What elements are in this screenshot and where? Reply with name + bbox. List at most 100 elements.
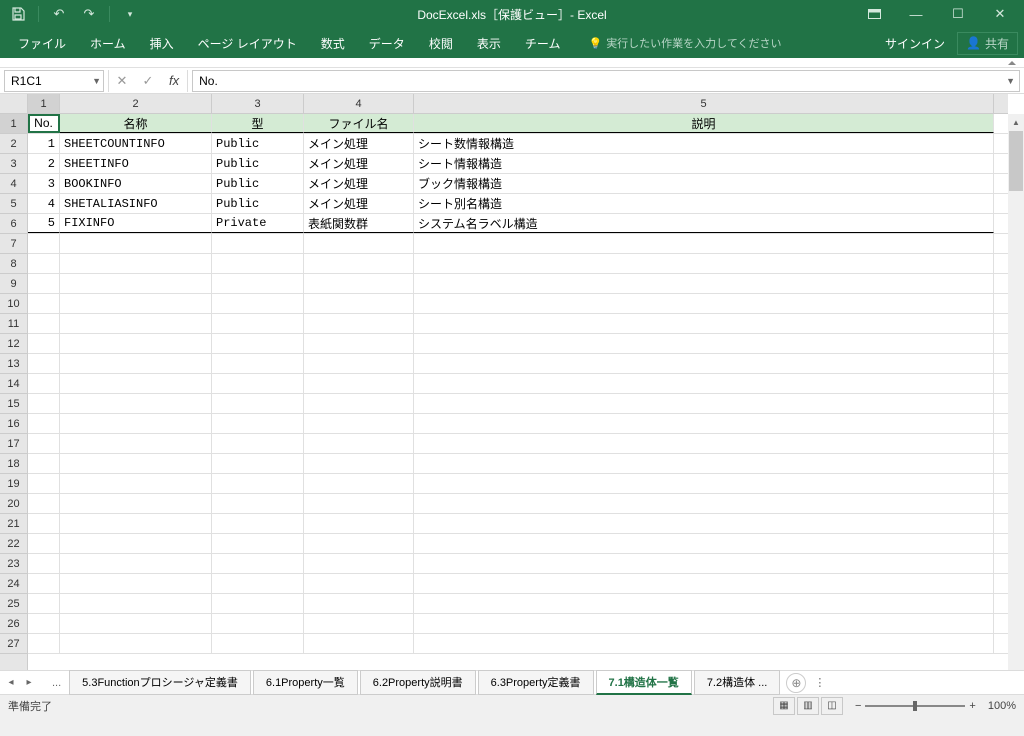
close-button[interactable]: ✕ [980,2,1020,26]
cell[interactable] [28,634,60,653]
ribbon-tab-チーム[interactable]: チーム [513,29,573,58]
qat-customize-button[interactable]: ▾ [116,2,144,26]
sheet-tab[interactable]: 5.3Functionプロシージャ定義書 [69,670,251,695]
cell[interactable]: シート情報構造 [414,154,994,173]
cell[interactable]: 表紙関数群 [304,214,414,233]
tab-overflow-left[interactable]: ... [52,677,61,689]
cell[interactable] [60,334,212,353]
row-header[interactable]: 6 [0,214,27,234]
row-header[interactable]: 5 [0,194,27,214]
cell[interactable] [414,374,994,393]
col-header[interactable]: 2 [60,94,212,113]
cell[interactable] [212,374,304,393]
cell[interactable] [60,574,212,593]
cell[interactable] [304,254,414,273]
cell[interactable] [28,394,60,413]
select-all-corner[interactable] [0,94,28,114]
cell[interactable] [414,434,994,453]
cell[interactable] [60,634,212,653]
cell[interactable] [414,294,994,313]
cancel-formula-button[interactable]: ✕ [109,73,135,89]
cell[interactable] [414,574,994,593]
add-sheet-button[interactable]: ⊕ [786,673,806,693]
cell[interactable] [414,414,994,433]
cell[interactable] [212,514,304,533]
share-button[interactable]: 👤 共有 [957,32,1018,55]
cell[interactable] [304,334,414,353]
row-header[interactable]: 3 [0,154,27,174]
cell[interactable] [414,494,994,513]
cell[interactable] [28,274,60,293]
ribbon-collapse-bar[interactable] [0,58,1024,68]
cell[interactable] [304,274,414,293]
cell[interactable] [304,554,414,573]
cell[interactable] [28,294,60,313]
sheet-tab[interactable]: 7.2構造体 ... [694,670,781,695]
cell[interactable] [60,354,212,373]
col-header[interactable]: 1 [28,94,60,113]
cell[interactable] [60,394,212,413]
cell[interactable] [414,394,994,413]
tell-me-search[interactable]: 💡 実行したい作業を入力してください [588,35,781,51]
cell[interactable] [28,374,60,393]
cell[interactable]: システム名ラベル構造 [414,214,994,233]
cell[interactable] [60,454,212,473]
cell[interactable] [212,234,304,253]
cell[interactable]: ファイル名 [304,114,414,133]
cell[interactable] [28,334,60,353]
cell[interactable] [60,474,212,493]
redo-button[interactable]: ↷ [75,2,103,26]
cell[interactable] [414,634,994,653]
row-header[interactable]: 22 [0,534,27,554]
cell[interactable] [60,254,212,273]
cell[interactable] [212,294,304,313]
cell[interactable] [304,314,414,333]
col-header[interactable]: 3 [212,94,304,113]
cell[interactable]: 1 [28,134,60,153]
row-header[interactable]: 2 [0,134,27,154]
row-header[interactable]: 23 [0,554,27,574]
cell[interactable] [304,374,414,393]
row-header[interactable]: 9 [0,274,27,294]
row-header[interactable]: 25 [0,594,27,614]
cell[interactable] [304,414,414,433]
cell[interactable] [414,534,994,553]
cell[interactable] [28,554,60,573]
cell[interactable]: Public [212,194,304,213]
sheet-tab[interactable]: 6.2Property説明書 [360,670,476,695]
cell[interactable] [304,614,414,633]
cell[interactable] [28,594,60,613]
cell[interactable]: 4 [28,194,60,213]
tab-overflow-menu[interactable]: ⋮ [814,676,825,689]
cell[interactable]: メイン処理 [304,134,414,153]
row-header[interactable]: 14 [0,374,27,394]
cell[interactable] [304,294,414,313]
cell[interactable] [212,594,304,613]
cell[interactable] [414,554,994,573]
page-layout-view-button[interactable]: ▥ [797,697,819,715]
cell[interactable] [60,514,212,533]
tab-nav-prev[interactable]: ◂ [4,677,18,688]
cell[interactable] [212,494,304,513]
row-header[interactable]: 7 [0,234,27,254]
col-header[interactable]: 5 [414,94,994,113]
cell[interactable] [414,354,994,373]
chevron-down-icon[interactable]: ▼ [1006,76,1015,86]
zoom-in-button[interactable]: + [969,700,975,712]
cell[interactable]: Public [212,134,304,153]
cell[interactable] [212,414,304,433]
ribbon-display-button[interactable] [854,2,894,26]
cell[interactable] [304,574,414,593]
cell[interactable] [28,254,60,273]
row-header[interactable]: 17 [0,434,27,454]
maximize-button[interactable]: ☐ [938,2,978,26]
cell[interactable]: シート数情報構造 [414,134,994,153]
cell[interactable] [60,234,212,253]
cell[interactable] [414,314,994,333]
cell[interactable] [414,454,994,473]
cell[interactable] [212,314,304,333]
cell[interactable] [414,474,994,493]
cell[interactable] [304,594,414,613]
cell[interactable] [28,354,60,373]
cell[interactable] [304,394,414,413]
